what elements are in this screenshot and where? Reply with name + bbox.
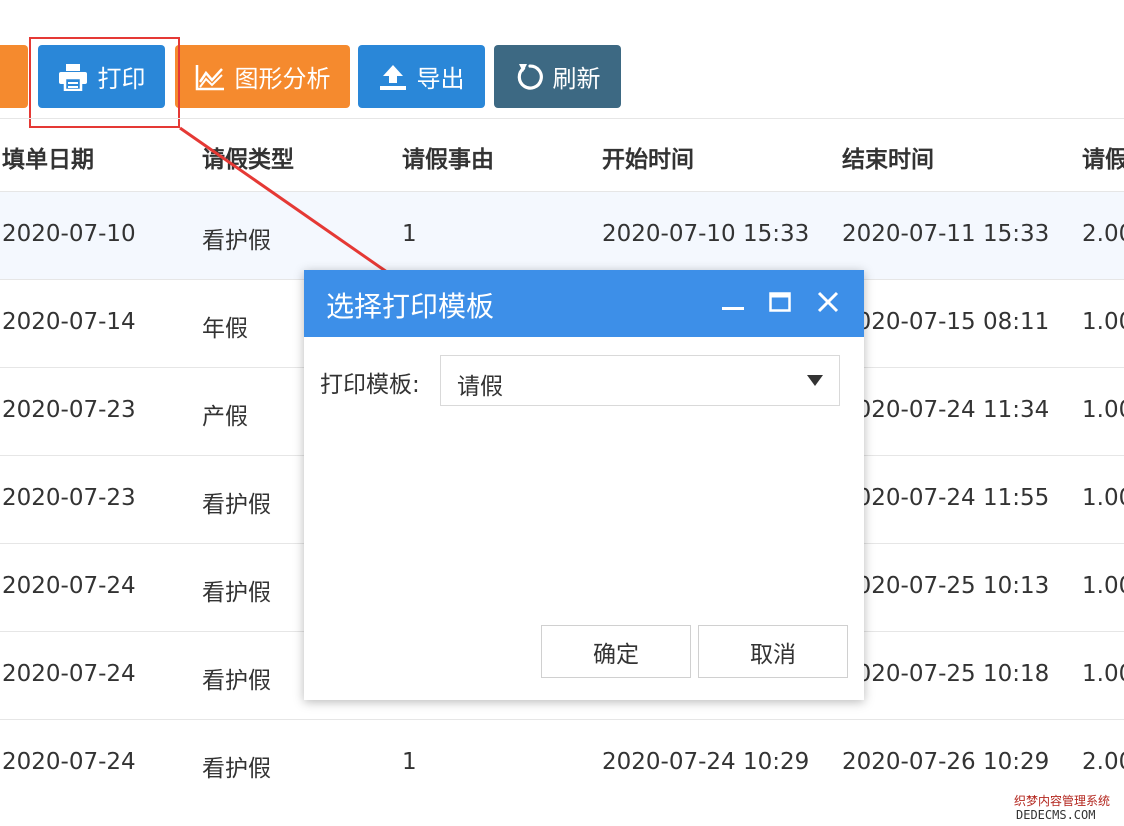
watermark: 织梦内容管理系统 DEDECMS.COM xyxy=(1010,790,1124,826)
leave-reason-cell: 1 xyxy=(402,749,417,775)
chart-analysis-button-label: 图形分析 xyxy=(234,65,331,93)
leave-type-cell: 产假 xyxy=(202,404,248,430)
printer-icon xyxy=(58,63,87,91)
dialog-header[interactable]: 选择打印模板 xyxy=(304,270,864,337)
fill-date-cell: 2020-07-10 xyxy=(2,221,136,247)
col-header-leave-days[interactable]: 请假 xyxy=(1082,140,1124,174)
fill-date-cell: 2020-07-24 xyxy=(2,749,136,775)
print-template-select[interactable]: 请假 xyxy=(440,355,840,406)
print-button-label: 打印 xyxy=(97,65,146,93)
leave-type-cell: 看护假 xyxy=(202,756,271,782)
col-header-start-time[interactable]: 开始时间 xyxy=(602,140,694,174)
watermark-line1: 织梦内容管理系统 xyxy=(1014,794,1111,808)
col-header-fill-date[interactable]: 填单日期 xyxy=(2,140,94,174)
leave-reason-cell: 1 xyxy=(402,221,417,247)
col-header-end-time[interactable]: 结束时间 xyxy=(842,140,934,174)
upload-icon xyxy=(379,64,406,90)
start-time-cell: 2020-07-10 15:33 xyxy=(602,221,810,247)
table-row[interactable]: 2020-07-10 看护假 1 2020-07-10 15:33 2020-07-11… xyxy=(0,192,1124,280)
cancel-button[interactable]: 取消 xyxy=(698,625,848,678)
end-time-cell: 2020-07-24 11:34 xyxy=(842,397,1050,423)
dialog-title: 选择打印模板 xyxy=(326,290,495,323)
fill-date-cell: 2020-07-24 xyxy=(2,573,136,599)
refresh-icon xyxy=(517,63,543,90)
leave-days-cell: 1.00 xyxy=(1082,573,1124,599)
fill-date-cell: 2020-07-24 xyxy=(2,661,136,687)
leave-type-cell: 看护假 xyxy=(202,580,271,606)
leave-type-cell: 年假 xyxy=(202,316,248,342)
watermark-line2: DEDECMS.COM xyxy=(1016,808,1096,822)
col-header-leave-type[interactable]: 请假类型 xyxy=(202,140,294,174)
end-time-cell: 2020-07-25 10:18 xyxy=(842,661,1050,687)
table-top-border xyxy=(0,118,1124,119)
minimize-icon[interactable] xyxy=(717,286,749,318)
print-button[interactable]: 打印 xyxy=(38,45,165,108)
leave-days-cell: 1.00 xyxy=(1082,485,1124,511)
start-time-cell: 2020-07-24 10:29 xyxy=(602,749,810,775)
leave-days-cell: 1.00 xyxy=(1082,397,1124,423)
print-template-selected-value: 请假 xyxy=(457,374,503,400)
leave-type-cell: 看护假 xyxy=(202,668,271,694)
refresh-button-label: 刷新 xyxy=(552,65,601,93)
leave-days-cell: 1.00 xyxy=(1082,309,1124,335)
end-time-cell: 2020-07-15 08:11 xyxy=(842,309,1050,335)
close-icon[interactable] xyxy=(812,286,844,318)
export-button-label: 导出 xyxy=(416,65,465,93)
fill-date-cell: 2020-07-14 xyxy=(2,309,136,335)
fill-date-cell: 2020-07-23 xyxy=(2,397,136,423)
leave-days-cell: 2.00 xyxy=(1082,749,1124,775)
dropdown-caret-icon xyxy=(807,375,823,386)
leave-type-cell: 看护假 xyxy=(202,228,271,254)
maximize-icon[interactable] xyxy=(764,286,796,318)
refresh-button[interactable]: 刷新 xyxy=(494,45,621,108)
print-template-label: 打印模板: xyxy=(320,372,420,398)
end-time-cell: 2020-07-26 10:29 xyxy=(842,749,1050,775)
line-chart-icon xyxy=(195,64,224,90)
table-row[interactable]: 2020-07-24 看护假 1 2020-07-24 10:29 2020-07-26… xyxy=(0,720,1124,808)
partial-toolbar-button[interactable] xyxy=(0,45,28,108)
ok-button[interactable]: 确定 xyxy=(541,625,691,678)
export-button[interactable]: 导出 xyxy=(358,45,485,108)
leave-days-cell: 2.00 xyxy=(1082,221,1124,247)
end-time-cell: 2020-07-11 15:33 xyxy=(842,221,1050,247)
chart-analysis-button[interactable]: 图形分析 xyxy=(175,45,350,108)
leave-days-cell: 1.00 xyxy=(1082,661,1124,687)
fill-date-cell: 2020-07-23 xyxy=(2,485,136,511)
end-time-cell: 2020-07-24 11:55 xyxy=(842,485,1050,511)
col-header-leave-reason[interactable]: 请假事由 xyxy=(402,140,494,174)
end-time-cell: 2020-07-25 10:13 xyxy=(842,573,1050,599)
print-template-dialog: 选择打印模板 打印模板: 请假 确定 取消 xyxy=(304,270,864,700)
leave-type-cell: 看护假 xyxy=(202,492,271,518)
